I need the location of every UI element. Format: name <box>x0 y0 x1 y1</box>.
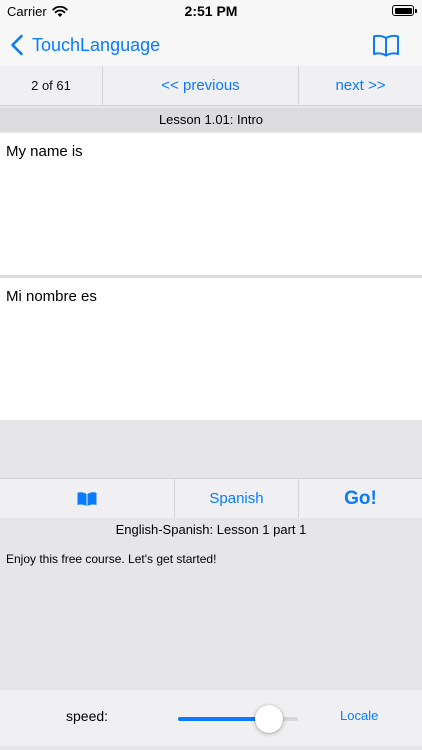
book-filled-icon <box>77 491 97 506</box>
action-bar: Spanish Go! <box>0 478 422 518</box>
lesson-title: Lesson 1.01: Intro <box>0 108 422 131</box>
chevron-left-icon <box>11 34 23 56</box>
next-button[interactable]: next >> <box>299 66 422 105</box>
source-phrase-text: My name is <box>6 143 83 160</box>
navigation-bar: TouchLanguage <box>0 24 422 66</box>
translation-phrase-area[interactable]: Mi nombre es <box>0 278 422 420</box>
speed-label: speed: <box>66 708 109 724</box>
course-description: Enjoy this free course. Let's get starte… <box>6 552 217 566</box>
locale-button[interactable]: Locale <box>340 708 378 723</box>
translation-phrase-text: Mi nombre es <box>6 288 97 305</box>
status-time: 2:51 PM <box>184 3 238 19</box>
previous-button[interactable]: << previous <box>103 66 298 105</box>
pager-bar: 2 of 61 << previous next >> <box>0 66 422 106</box>
course-title: English-Spanish: Lesson 1 part 1 <box>115 522 307 537</box>
speed-bar: speed: Locale <box>0 690 422 746</box>
library-button[interactable] <box>0 479 174 518</box>
page-counter: 2 of 61 <box>31 78 71 93</box>
back-button-label: TouchLanguage <box>32 34 161 55</box>
source-phrase-area[interactable]: My name is <box>0 133 422 275</box>
back-button[interactable]: TouchLanguage <box>10 30 160 60</box>
language-button[interactable]: Spanish <box>175 479 298 518</box>
status-bar: Carrier 2:51 PM <box>0 0 422 24</box>
book-icon[interactable] <box>371 32 401 58</box>
battery-icon <box>392 5 417 16</box>
slider-thumb[interactable] <box>255 705 283 733</box>
speed-slider[interactable] <box>178 705 298 733</box>
go-button[interactable]: Go! <box>299 479 422 518</box>
